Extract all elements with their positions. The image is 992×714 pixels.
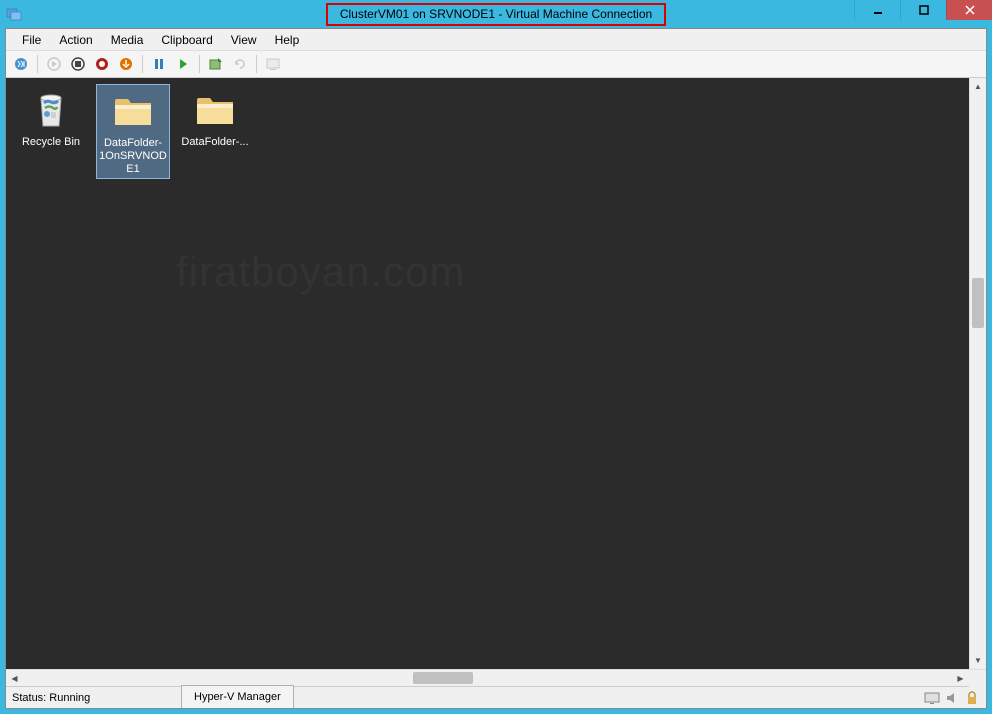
statusbar: Status: Running <box>6 686 986 708</box>
scroll-left-arrow[interactable]: ◀ <box>6 670 23 687</box>
taskbar-tab-hyperv[interactable]: Hyper-V Manager <box>181 685 294 708</box>
menu-clipboard[interactable]: Clipboard <box>153 31 220 49</box>
vm-desktop[interactable]: firatboyan.com Recycle Bin <box>6 78 969 669</box>
save-button[interactable] <box>115 53 137 75</box>
minimize-button[interactable] <box>854 0 900 20</box>
shut-down-button[interactable] <box>91 53 113 75</box>
turn-off-button[interactable] <box>67 53 89 75</box>
menubar: File Action Media Clipboard View Help <box>6 29 986 50</box>
icon-label: Recycle Bin <box>22 136 80 149</box>
desktop-icon-datafolder-1[interactable]: DataFolder-1OnSRVNODE1 <box>96 84 170 179</box>
close-button[interactable] <box>946 0 992 20</box>
desktop-icon-datafolder-2[interactable]: DataFolder-... <box>178 84 252 179</box>
watermark: firatboyan.com <box>176 248 465 296</box>
status-text: Status: Running <box>12 692 90 704</box>
enhanced-session-button[interactable] <box>262 53 284 75</box>
icon-label: DataFolder-1OnSRVNODE1 <box>99 137 167 176</box>
folder-icon <box>109 87 157 135</box>
maximize-button[interactable] <box>900 0 946 20</box>
taskbar-tab-label: Hyper-V Manager <box>194 691 281 703</box>
menu-action[interactable]: Action <box>51 31 100 49</box>
vertical-scrollbar[interactable]: ▲ ▼ <box>969 78 986 669</box>
menu-view[interactable]: View <box>223 31 265 49</box>
speaker-icon[interactable] <box>944 690 960 706</box>
icon-label: DataFolder-... <box>181 136 248 149</box>
desktop-icon-recycle-bin[interactable]: Recycle Bin <box>14 84 88 179</box>
folder-icon <box>191 86 239 134</box>
scroll-right-arrow[interactable]: ▶ <box>952 670 969 687</box>
display-config-icon[interactable] <box>924 690 940 706</box>
toolbar <box>6 50 986 78</box>
scroll-thumb[interactable] <box>972 278 984 328</box>
scroll-down-arrow[interactable]: ▼ <box>970 652 986 669</box>
reset-button[interactable] <box>172 53 194 75</box>
lock-icon[interactable] <box>964 690 980 706</box>
start-button[interactable] <box>43 53 65 75</box>
ctrl-alt-del-button[interactable] <box>10 53 32 75</box>
pause-button[interactable] <box>148 53 170 75</box>
horizontal-scrollbar[interactable]: ◀ ▶ <box>6 669 986 686</box>
titlebar: ClusterVM01 on SRVNODE1 - Virtual Machin… <box>0 0 992 28</box>
scroll-thumb[interactable] <box>413 672 473 684</box>
revert-button[interactable] <box>229 53 251 75</box>
recycle-bin-icon <box>27 86 75 134</box>
checkpoint-button[interactable] <box>205 53 227 75</box>
menu-file[interactable]: File <box>14 31 49 49</box>
app-icon <box>0 0 28 28</box>
menu-media[interactable]: Media <box>103 31 152 49</box>
menu-help[interactable]: Help <box>267 31 308 49</box>
scroll-up-arrow[interactable]: ▲ <box>970 78 986 95</box>
window-title: ClusterVM01 on SRVNODE1 - Virtual Machin… <box>326 3 666 26</box>
